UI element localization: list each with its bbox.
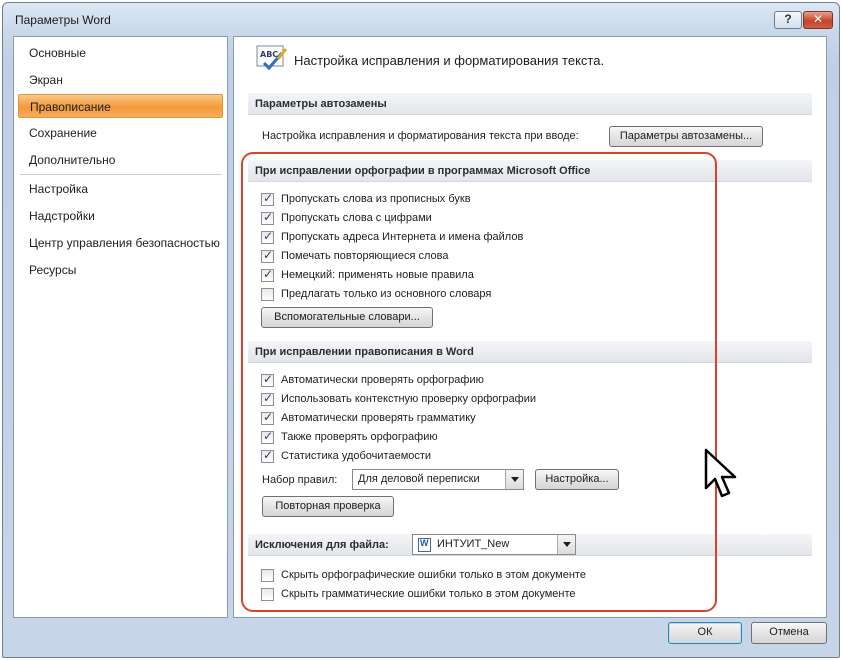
option-label: Автоматически проверять грамматику (281, 412, 476, 424)
cancel-button[interactable]: Отмена (751, 622, 827, 644)
option-label: Пропускать слова из прописных букв (281, 193, 471, 205)
ok-button[interactable]: ОК (668, 622, 742, 644)
page-title: Настройка исправления и форматирования т… (294, 53, 605, 68)
help-button[interactable]: ? (774, 11, 802, 29)
check-icon: ✓ (263, 229, 274, 243)
option-label: Помечать повторяющиеся слова (281, 250, 449, 262)
check-icon: ✓ (263, 429, 274, 443)
checkbox[interactable]: ✓ (261, 191, 274, 206)
nav-item-trust-center[interactable]: Центр управления безопасностью (18, 231, 223, 255)
check-icon: ✓ (263, 210, 274, 224)
option-label: Пропускать слова с цифрами (281, 212, 432, 224)
writing-style-value: Для деловой переписки (358, 473, 480, 485)
option-label: Автоматически проверять орфографию (281, 374, 484, 386)
nav-divider (20, 174, 222, 175)
checkbox[interactable]: ✓ (261, 410, 274, 425)
check-icon: ✓ (263, 391, 274, 405)
checkbox[interactable]: ✓ (261, 210, 274, 225)
svg-text:ABC: ABC (260, 50, 278, 59)
check-icon: ✓ (263, 248, 274, 262)
nav-item-addins[interactable]: Надстройки (18, 204, 223, 228)
check-icon: ✓ (263, 191, 274, 205)
autocorrect-options-button[interactable]: Параметры автозамены... (609, 126, 763, 147)
nav-item-save[interactable]: Сохранение (18, 121, 223, 145)
option-label: Немецкий: применять новые правила (281, 269, 474, 281)
nav-item-customize[interactable]: Настройка (18, 177, 223, 201)
checkbox[interactable]: ✓ (261, 429, 274, 444)
option-label: Пропускать адреса Интернета и имена файл… (281, 231, 524, 243)
option-label: Скрыть грамматические ошибки только в эт… (281, 588, 576, 600)
custom-dictionaries-button[interactable]: Вспомогательные словари... (261, 307, 433, 328)
nav-item-resources[interactable]: Ресурсы (18, 258, 223, 282)
checkbox[interactable] (261, 588, 274, 601)
check-icon: ✓ (263, 448, 274, 462)
option-label: Скрыть орфографические ошибки только в э… (281, 569, 586, 581)
checkbox[interactable]: ✓ (261, 267, 274, 282)
mouse-cursor-icon (704, 448, 737, 498)
chevron-down-icon[interactable] (557, 535, 575, 554)
checkbox[interactable]: ✓ (261, 391, 274, 406)
word-document-icon (418, 538, 431, 552)
options-nav: Основные Экран Правописание Сохранение Д… (13, 36, 228, 618)
check-icon: ✓ (263, 410, 274, 424)
option-label: Предлагать только из основного словаря (281, 288, 492, 300)
nav-item-proofing[interactable]: Правописание (18, 94, 223, 118)
autocorrect-description: Настройка исправления и форматирования т… (262, 130, 579, 142)
checkbox[interactable] (261, 569, 274, 582)
chevron-down-icon[interactable] (505, 470, 523, 489)
exceptions-title: Исключения для файла: (255, 539, 389, 551)
checkbox[interactable] (261, 288, 274, 301)
checkbox[interactable]: ✓ (261, 372, 274, 387)
section-office-spelling: При исправлении орфографии в программах … (248, 160, 812, 182)
exceptions-file-select[interactable]: ИНТУИТ_New (412, 534, 576, 555)
checkbox[interactable]: ✓ (261, 448, 274, 463)
nav-item-general[interactable]: Основные (18, 41, 223, 65)
window-title: Параметры Word (15, 13, 111, 27)
check-icon: ✓ (263, 372, 274, 386)
check-icon: ✓ (263, 267, 274, 281)
recheck-document-button[interactable]: Повторная проверка (262, 496, 394, 517)
section-autocorrect: Параметры автозамены (248, 93, 812, 115)
checkbox[interactable]: ✓ (261, 248, 274, 263)
nav-item-display[interactable]: Экран (18, 68, 223, 92)
nav-item-advanced[interactable]: Дополнительно (18, 148, 223, 172)
option-label: Также проверять орфографию (281, 431, 438, 443)
title-bar[interactable]: Параметры Word ? ✕ (3, 3, 839, 35)
exceptions-file-value: ИНТУИТ_New (437, 538, 510, 550)
checkbox[interactable]: ✓ (261, 229, 274, 244)
writing-style-select[interactable]: Для деловой переписки (352, 469, 524, 490)
grammar-settings-button[interactable]: Настройка... (535, 469, 619, 490)
option-label: Статистика удобочитаемости (281, 450, 432, 462)
section-word-spelling: При исправлении правописания в Word (248, 341, 812, 363)
abc-spelling-icon: ABC (256, 45, 288, 71)
close-button[interactable]: ✕ (803, 11, 833, 29)
option-label: Использовать контекстную проверку орфогр… (281, 393, 536, 405)
proofing-panel: ABC Настройка исправления и форматирован… (233, 36, 827, 618)
writing-style-label: Набор правил: (262, 474, 338, 486)
